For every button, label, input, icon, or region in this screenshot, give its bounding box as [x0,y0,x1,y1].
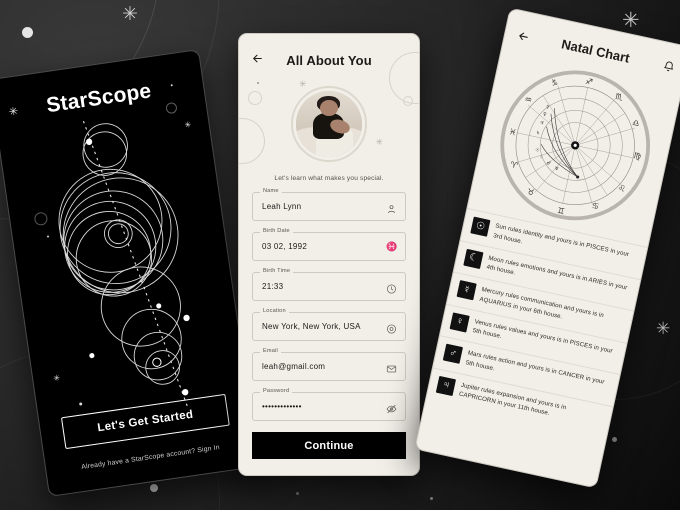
sparkle-icon: ✳ [8,105,19,119]
planet-readings-list: ☉ Sun rules identity and yours is in PIS… [426,208,648,438]
sparkle-icon: ✳ [375,137,383,147]
form-subtitle: Let's learn what makes you special. [274,175,384,182]
svg-text:☉: ☉ [535,147,540,154]
field-label: Email [260,348,281,354]
password-field[interactable]: Password ••••••••••••• [252,388,406,421]
back-arrow-icon[interactable] [516,29,531,44]
location-field[interactable]: Location New York, New York, USA [252,308,406,341]
venus-icon: ♀ [449,311,470,333]
star-dot [150,484,158,492]
svg-text:♄: ♄ [535,130,540,137]
birth-date-field[interactable]: Birth Date 03 02, 1992 ♓ [252,228,406,261]
natal-chart-wheel[interactable]: ♐ ♏ ♎ ♍ ♌ ♋ ♊ ♉ ♈ ♓ ♒ ♑ ☿ ♀ ♃ ♄ ☉ ☾ ♂ ♅ [485,55,666,236]
field-label: Birth Date [260,228,293,234]
location-pin-icon [386,321,397,334]
page-title: All About You [286,53,372,68]
field-value: New York, New York, USA [262,322,361,331]
jupiter-icon: ♃ [435,375,457,396]
svg-text:♐: ♐ [584,76,593,87]
mercury-icon: ☿ [456,280,477,301]
envelope-icon [386,361,397,372]
bell-icon[interactable] [662,58,676,72]
sparkle-icon: ✳ [622,9,640,32]
field-value: ••••••••••••• [262,402,302,411]
field-value: Leah Lynn [262,202,302,211]
svg-text:♉: ♉ [526,186,535,197]
svg-text:♎: ♎ [631,117,640,128]
back-arrow-icon[interactable] [251,52,264,65]
profile-fields: Name Leah Lynn Birth Date 03 02, 1992 ♓ … [239,188,419,421]
profile-form-screen: All About You ✳ ✳ Let's learn what makes… [238,33,420,476]
moon-icon: ☾ [463,248,484,269]
cosmic-circles-illustration [0,102,248,429]
svg-text:♌: ♌ [617,182,626,193]
mars-icon: ♂ [442,343,463,364]
svg-text:♓: ♓ [508,126,517,137]
person-icon [386,201,397,213]
svg-text:♒: ♒ [524,94,533,105]
svg-text:♂: ♂ [546,160,551,167]
svg-text:♍: ♍ [633,150,643,161]
svg-text:☾: ☾ [539,154,544,161]
field-label: Password [260,388,293,394]
field-value: 03 02, 1992 [262,242,308,251]
star-dot [612,437,617,442]
eye-off-icon[interactable] [386,401,397,413]
field-value: 21:33 [262,282,284,291]
star-dot [22,27,33,38]
name-field[interactable]: Name Leah Lynn [252,188,406,221]
clock-icon [386,281,397,294]
continue-button[interactable]: Continue [252,432,406,459]
decor-circle [248,91,262,105]
field-value: leah@gmail.com [262,362,326,371]
decor-circle [403,96,413,106]
sparkle-icon: ✳ [656,319,671,338]
svg-text:♀: ♀ [542,111,547,118]
star-dot [296,492,299,495]
sparkle-icon: ✳ [122,4,138,25]
sparkle-icon: ✳ [299,79,307,89]
decor-circle [239,118,265,164]
svg-text:♃: ♃ [539,120,544,127]
pisces-icon: ♓ [386,241,398,251]
sun-icon: ☉ [470,216,491,237]
avatar[interactable] [291,86,367,162]
svg-text:♏: ♏ [614,91,624,102]
field-label: Location [260,308,289,314]
star-dot [430,497,433,500]
birth-time-field[interactable]: Birth Time 21:33 [252,268,406,301]
svg-text:♈: ♈ [509,159,519,170]
svg-text:♅: ♅ [554,166,559,173]
svg-text:♊: ♊ [556,205,565,216]
field-label: Name [260,188,282,194]
svg-text:♋: ♋ [591,200,600,211]
email-field[interactable]: Email leah@gmail.com [252,348,406,381]
star-dot [257,82,259,84]
field-label: Birth Time [260,268,294,274]
svg-text:☿: ☿ [546,104,550,110]
